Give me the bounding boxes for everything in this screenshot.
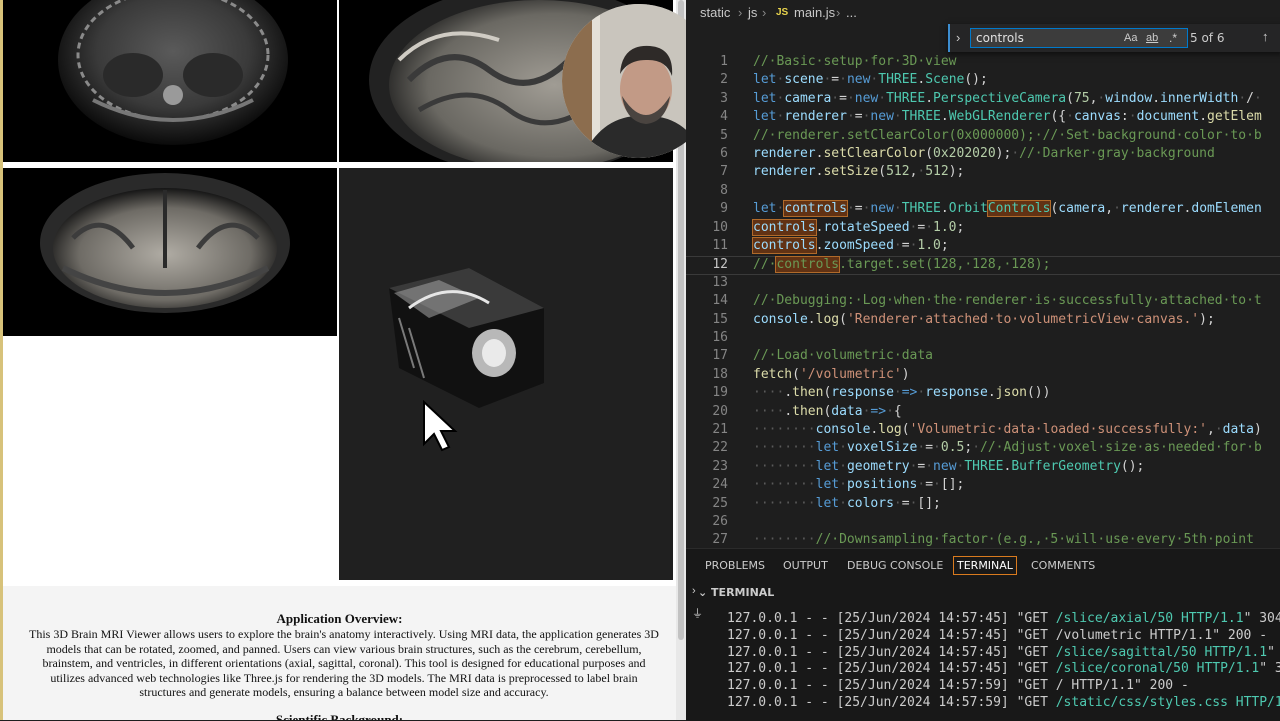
breadcrumb-separator: › xyxy=(738,5,743,20)
code-line: 21 ········console.log('Volumetric·data·l… xyxy=(712,422,1262,437)
breadcrumb-separator: › xyxy=(836,5,841,20)
code-line: 14//·Debugging:·Log·when·the·renderer·is… xyxy=(712,293,1262,309)
code-line: 5//·renderer.setClearColor(0x000000);·//… xyxy=(720,127,1262,143)
volumetric-3d-view[interactable] xyxy=(339,168,673,580)
code-line: 10 controls.rotateSpeed·=·1.0; xyxy=(712,218,965,236)
volumetric-render xyxy=(389,268,544,408)
terminal-line: 127.0.0.1 - - [25/Jun/2024 14:57:45] "GE… xyxy=(727,627,1268,643)
code-line: 27 ········//·Downsampling·factor·(e.g.,·… xyxy=(712,532,1254,548)
breadcrumb-file[interactable]: main.js xyxy=(794,5,835,20)
code-line: 11 controls.zoomSpeed·=·1.0; xyxy=(712,237,949,254)
terminal-output[interactable]: 127.0.0.1 - - [25/Jun/2024 14:57:45] "GE… xyxy=(727,611,1280,712)
coronal-slice-image xyxy=(40,173,290,313)
match-case-toggle[interactable]: Aa xyxy=(1124,32,1137,44)
plug-icon[interactable]: ⏚ xyxy=(692,605,703,621)
mouse-pointer-icon xyxy=(423,400,458,452)
code-line: 8 xyxy=(720,182,728,198)
axial-slice-image xyxy=(58,0,288,145)
terminal-line: 127.0.0.1 - - [25/Jun/2024 14:57:59] "GE… xyxy=(727,678,1189,694)
terminal-line: 127.0.0.1 - - [25/Jun/2024 14:57:45] "GE… xyxy=(727,611,1280,626)
code-line: 23 ········let·geometry·=·new·THREE.Buffe… xyxy=(712,458,1145,474)
overview-section: Application Overview: This 3D Brain MRI … xyxy=(3,586,676,720)
js-file-icon: JS xyxy=(776,7,789,18)
code-line: 18 fetch('/volumetric') xyxy=(712,366,910,382)
code-line: 4 let·renderer·=·new·THREE.WebGLRenderer(… xyxy=(720,109,1262,125)
overview-title: Application Overview: xyxy=(276,611,403,626)
code-line: 7 renderer.setSize(512,·512); xyxy=(720,164,965,180)
code-line: 13 xyxy=(712,274,728,290)
code-line: 6 renderer.setClearColor(0x202020);·//·Da… xyxy=(720,146,1215,161)
code-line: 20 ····.then(data·=>·{ xyxy=(712,403,902,419)
regex-toggle[interactable]: .* xyxy=(1169,31,1177,45)
breadcrumb: static › js › JS main.js › ... xyxy=(686,0,1280,24)
terminal-section-header[interactable]: ⌄ TERMINAL xyxy=(698,586,774,599)
code-line: 9 let·controls·=·new·THREE.OrbitControls(… xyxy=(720,200,1262,218)
tab-comments[interactable]: COMMENTS xyxy=(1031,559,1095,572)
terminal-line: 127.0.0.1 - - [25/Jun/2024 14:57:59] "GE… xyxy=(727,694,1280,710)
code-line-current: 12//·controls.target.set(128,·128,·128); xyxy=(686,256,1280,275)
tab-debug-console[interactable]: DEBUG CONSOLE xyxy=(847,559,943,572)
find-match-count: 5 of 6 xyxy=(1190,31,1225,45)
scientific-background-title: Scientific Background: xyxy=(275,712,404,720)
code-line: 24 ········let·positions·=·[]; xyxy=(712,477,965,493)
code-editor: static › js › JS main.js › ... › control… xyxy=(686,0,1280,548)
code-area[interactable]: 1//·Basic·setup·for·3D·view 2 let·scene·=… xyxy=(686,54,1280,548)
tab-problems[interactable]: PROBLEMS xyxy=(705,559,765,572)
bottom-panel: PROBLEMS OUTPUT DEBUG CONSOLE TERMINAL C… xyxy=(686,548,1280,721)
breadcrumb-separator: › xyxy=(762,5,767,20)
arrow-up-icon[interactable]: ↑ xyxy=(1262,29,1269,44)
code-line: 26 xyxy=(712,514,728,529)
code-line: 22 ········let·voxelSize·=·0.5;·//·Adjust… xyxy=(712,440,1262,456)
breadcrumb-static[interactable]: static xyxy=(700,5,730,20)
code-line: 3 let·camera·=·new·THREE.PerspectiveCamer… xyxy=(720,90,1262,106)
whole-word-toggle[interactable]: ab xyxy=(1146,32,1158,44)
tab-output[interactable]: OUTPUT xyxy=(783,559,828,572)
chevron-right-icon[interactable]: › xyxy=(956,30,960,45)
code-line: 2 let·scene·=·new·THREE.Scene(); xyxy=(720,72,988,88)
code-line: 15 console.log('Renderer·attached·to·volu… xyxy=(712,311,1215,327)
code-line: 17//·Load·volumetric·data xyxy=(712,348,934,364)
code-line: 19 ····.then(response·=>·response.json()) xyxy=(712,385,1051,401)
tab-terminal[interactable]: TERMINAL xyxy=(953,556,1017,575)
coronal-slice-view[interactable] xyxy=(3,168,337,336)
code-line: 1//·Basic·setup·for·3D·view xyxy=(720,54,957,69)
overview-text: This 3D Brain MRI Viewer allows users to… xyxy=(29,627,659,700)
chevron-right-icon[interactable]: › xyxy=(692,585,696,597)
terminal-line: 127.0.0.1 - - [25/Jun/2024 14:57:45] "GE… xyxy=(727,661,1280,677)
find-widget: › controls Aa ab .* 5 of 6 ↑ xyxy=(948,24,1280,52)
code-line: 16 xyxy=(712,330,728,345)
axial-slice-view[interactable] xyxy=(3,0,337,162)
breadcrumb-more[interactable]: ... xyxy=(846,5,857,20)
terminal-title: TERMINAL xyxy=(711,586,775,599)
terminal-line: 127.0.0.1 - - [25/Jun/2024 14:57:45] "GE… xyxy=(727,644,1275,660)
code-line: 25 ········let·colors·=·[]; xyxy=(712,495,941,511)
breadcrumb-js[interactable]: js xyxy=(748,5,757,20)
